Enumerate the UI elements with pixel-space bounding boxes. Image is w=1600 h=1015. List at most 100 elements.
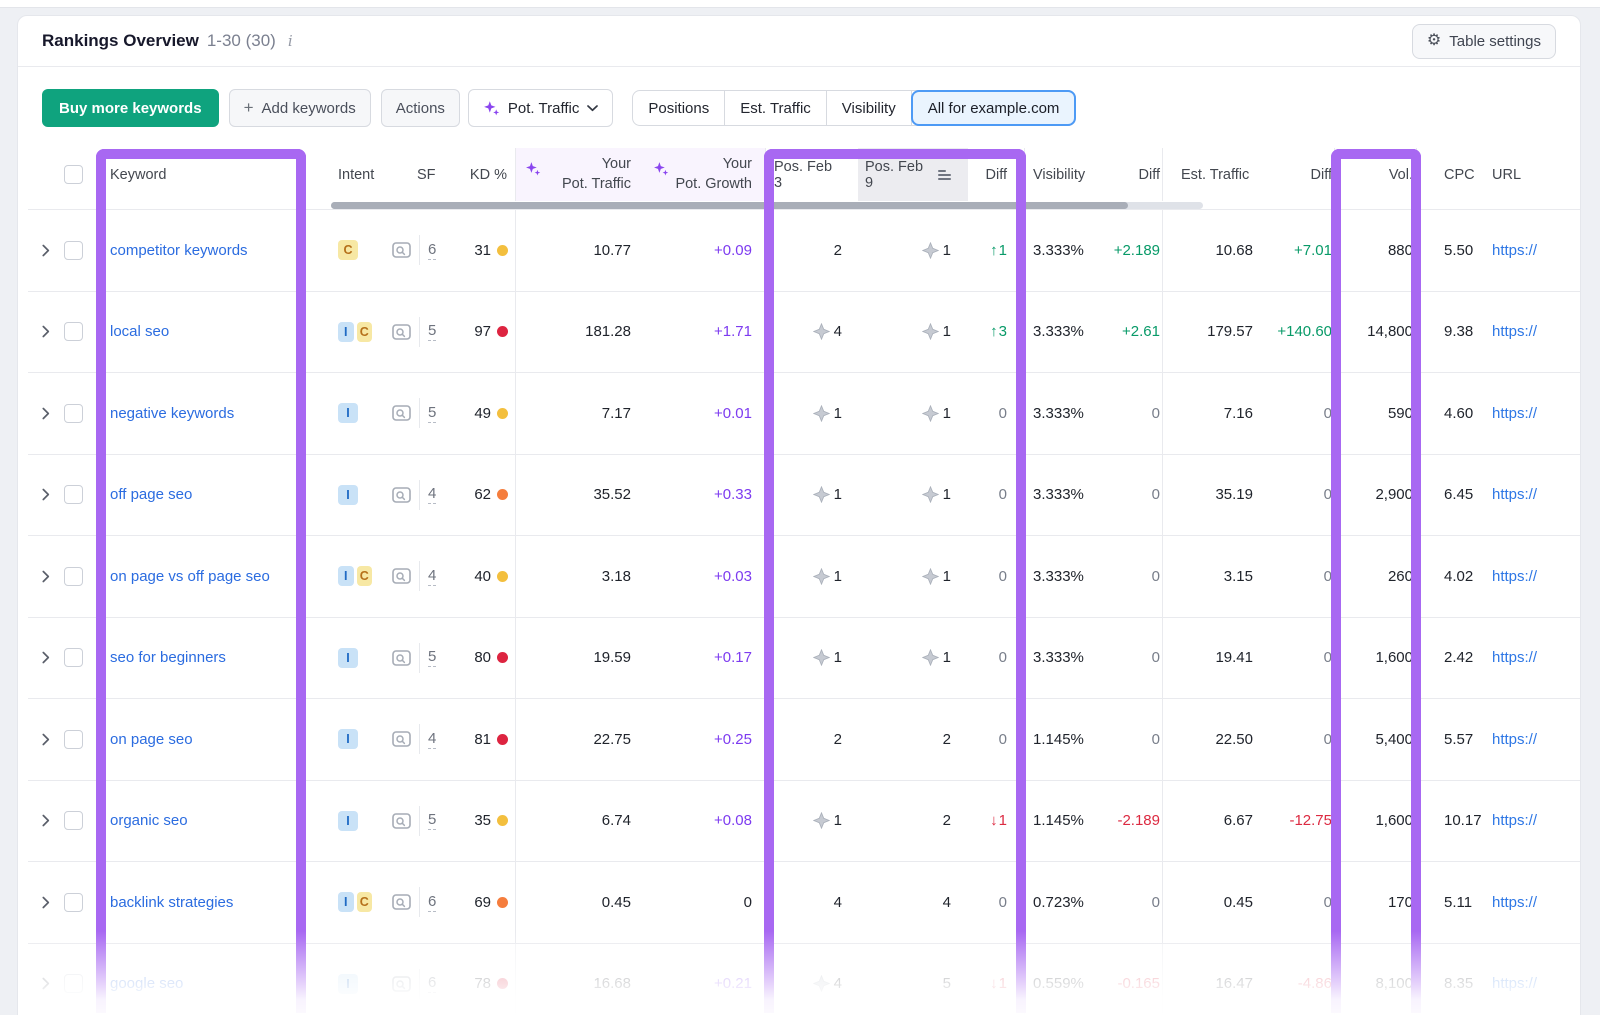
row-expand-chevron[interactable]	[42, 407, 50, 420]
serp-features-icon[interactable]	[392, 650, 411, 666]
row-expand-chevron[interactable]	[42, 896, 50, 909]
url-link[interactable]: https://	[1492, 731, 1537, 748]
column-header-intent[interactable]: Intent	[310, 148, 372, 201]
url-link[interactable]: https://	[1492, 568, 1537, 585]
tab-positions[interactable]: Positions	[633, 91, 725, 125]
serp-features-icon[interactable]	[392, 731, 411, 747]
url-link[interactable]: https://	[1492, 649, 1537, 666]
row-checkbox[interactable]	[64, 893, 83, 912]
intent-badge-i[interactable]: I	[338, 974, 358, 994]
row-checkbox[interactable]	[64, 322, 83, 341]
row-checkbox[interactable]	[64, 241, 83, 260]
metric-dropdown[interactable]: Pot. Traffic	[468, 89, 613, 127]
keyword-link[interactable]: competitor keywords	[110, 242, 248, 259]
url-link[interactable]: https://	[1492, 486, 1537, 503]
row-expand-chevron[interactable]	[42, 977, 50, 990]
serp-features-icon[interactable]	[392, 568, 411, 584]
table-settings-button[interactable]: ⚙ Table settings	[1412, 24, 1556, 59]
intent-badge-i[interactable]: I	[338, 729, 358, 749]
serp-features-count[interactable]: 6	[428, 241, 436, 260]
url-link[interactable]: https://	[1492, 894, 1537, 911]
row-expand-chevron[interactable]	[42, 733, 50, 746]
row-checkbox[interactable]	[64, 404, 83, 423]
url-link[interactable]: https://	[1492, 242, 1537, 259]
intent-badge-i[interactable]: I	[338, 403, 358, 423]
keyword-link[interactable]: google seo	[110, 975, 183, 992]
serp-features-icon[interactable]	[392, 405, 411, 421]
column-header-url[interactable]: URL	[1473, 148, 1580, 201]
serp-features-count[interactable]: 5	[428, 811, 436, 830]
serp-features-count[interactable]: 5	[428, 404, 436, 423]
column-header-pos-feb9[interactable]: Pos. Feb 9	[858, 148, 968, 201]
column-header-pot-growth[interactable]: Your Pot. Growth	[644, 148, 766, 201]
intent-badge-i[interactable]: I	[338, 648, 358, 668]
column-header-keyword[interactable]: Keyword	[98, 148, 310, 201]
column-header-visibility[interactable]: Visibility	[1025, 148, 1115, 201]
serp-features-count[interactable]: 6	[428, 974, 436, 993]
row-checkbox[interactable]	[64, 648, 83, 667]
row-expand-chevron[interactable]	[42, 570, 50, 583]
serp-features-count[interactable]: 5	[428, 648, 436, 667]
row-checkbox[interactable]	[64, 974, 83, 993]
row-checkbox[interactable]	[64, 730, 83, 749]
serp-features-icon[interactable]	[392, 242, 411, 258]
column-header-sf[interactable]: SF	[372, 148, 452, 201]
keyword-link[interactable]: off page seo	[110, 486, 192, 503]
intent-badge-c[interactable]: C	[357, 892, 373, 912]
keyword-link[interactable]: local seo	[110, 323, 169, 340]
serp-features-count[interactable]: 5	[428, 322, 436, 341]
keyword-link[interactable]: negative keywords	[110, 405, 234, 422]
column-header-est-traffic[interactable]: Est. Traffic	[1163, 148, 1255, 201]
serp-features-icon[interactable]	[392, 324, 411, 340]
info-icon[interactable]: i	[288, 32, 293, 50]
intent-badge-c[interactable]: C	[357, 566, 373, 586]
serp-features-count[interactable]: 4	[428, 730, 436, 749]
column-header-cpc[interactable]: CPC	[1417, 148, 1473, 201]
intent-badge-i[interactable]: I	[338, 811, 358, 831]
intent-badge-i[interactable]: I	[338, 322, 354, 342]
serp-features-icon[interactable]	[392, 894, 411, 910]
intent-badge-i[interactable]: I	[338, 892, 354, 912]
serp-features-count[interactable]: 4	[428, 485, 436, 504]
url-link[interactable]: https://	[1492, 323, 1537, 340]
serp-features-count[interactable]: 4	[428, 567, 436, 586]
row-checkbox[interactable]	[64, 567, 83, 586]
url-link[interactable]: https://	[1492, 405, 1537, 422]
keyword-link[interactable]: organic seo	[110, 812, 188, 829]
select-all-checkbox[interactable]	[64, 165, 83, 184]
column-header-diff3[interactable]: Diff	[1255, 148, 1335, 201]
column-header-diff[interactable]: Diff	[968, 148, 1025, 201]
buy-more-keywords-button[interactable]: Buy more keywords	[42, 89, 219, 127]
keyword-link[interactable]: on page seo	[110, 731, 193, 748]
column-header-vol[interactable]: Vol.	[1335, 148, 1417, 201]
serp-features-count[interactable]: 6	[428, 893, 436, 912]
row-expand-chevron[interactable]	[42, 325, 50, 338]
keyword-link[interactable]: on page vs off page seo	[110, 568, 270, 585]
column-header-diff2[interactable]: Diff	[1115, 148, 1163, 201]
column-header-kd[interactable]: KD %	[452, 148, 516, 201]
actions-button[interactable]: Actions	[381, 89, 460, 127]
row-checkbox[interactable]	[64, 485, 83, 504]
row-expand-chevron[interactable]	[42, 244, 50, 257]
url-link[interactable]: https://	[1492, 975, 1537, 992]
intent-badge-i[interactable]: I	[338, 566, 354, 586]
keyword-link[interactable]: backlink strategies	[110, 894, 233, 911]
tab-all-for-domain[interactable]: All for example.com	[911, 90, 1077, 126]
horizontal-scrollbar-thumb[interactable]	[331, 202, 1128, 209]
row-expand-chevron[interactable]	[42, 814, 50, 827]
intent-badge-i[interactable]: I	[338, 485, 358, 505]
add-keywords-button[interactable]: + Add keywords	[229, 89, 371, 127]
tab-est-traffic[interactable]: Est. Traffic	[725, 91, 827, 125]
row-expand-chevron[interactable]	[42, 488, 50, 501]
intent-badge-c[interactable]: C	[357, 322, 373, 342]
serp-features-icon[interactable]	[392, 976, 411, 992]
serp-features-icon[interactable]	[392, 487, 411, 503]
row-checkbox[interactable]	[64, 811, 83, 830]
keyword-link[interactable]: seo for beginners	[110, 649, 226, 666]
column-header-pos-feb3[interactable]: Pos. Feb 3	[766, 148, 858, 201]
intent-badge-c[interactable]: C	[338, 240, 358, 260]
row-expand-chevron[interactable]	[42, 651, 50, 664]
column-header-pot-traffic[interactable]: Your Pot. Traffic	[516, 148, 644, 201]
tab-visibility[interactable]: Visibility	[827, 91, 912, 125]
serp-features-icon[interactable]	[392, 813, 411, 829]
